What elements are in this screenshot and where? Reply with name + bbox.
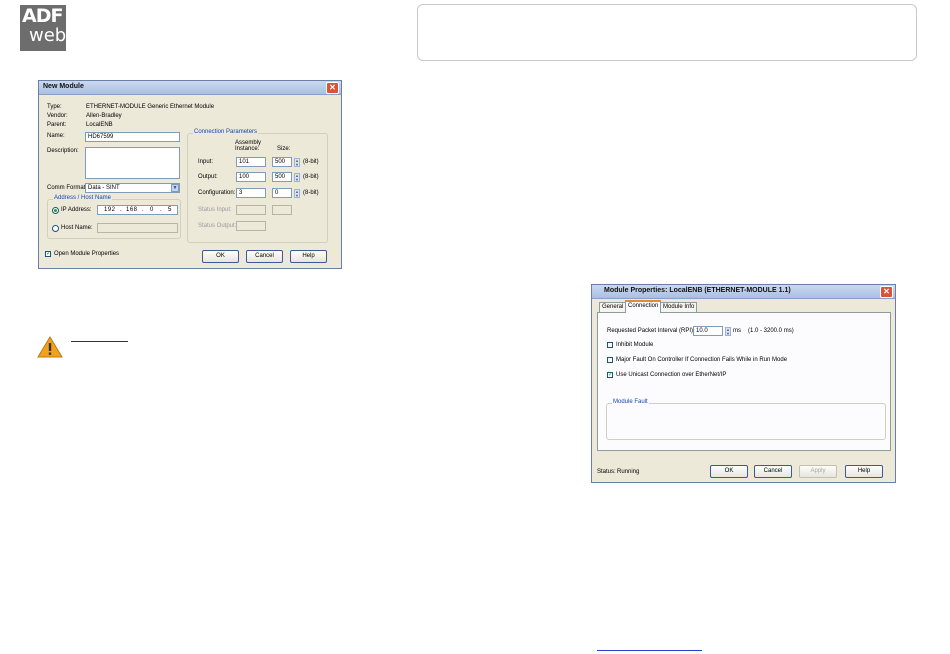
- size-header: Size:: [277, 146, 291, 152]
- ip-address-field[interactable]: 192 . 168 . 0 . 5: [97, 205, 178, 215]
- assembly-instance-header: Assembly Instance:: [235, 140, 262, 152]
- major-fault-label: Major Fault On Controller If Connection …: [616, 357, 788, 363]
- dropdown-arrow-icon[interactable]: ▼: [171, 184, 179, 192]
- output-size-field[interactable]: 500: [272, 172, 292, 182]
- major-fault-checkbox[interactable]: [607, 357, 613, 363]
- output-instance-field[interactable]: 100: [236, 172, 266, 182]
- status-input-size-field[interactable]: [272, 205, 292, 215]
- configuration-label: Configuration:: [198, 190, 236, 196]
- rpi-field[interactable]: 10.0: [693, 326, 723, 336]
- help-button[interactable]: Help: [290, 250, 327, 263]
- status-output-label: Status Output:: [198, 223, 237, 229]
- status-label: Status:: [597, 469, 616, 475]
- address-group-label: Address / Host Name: [53, 195, 113, 201]
- status-input-field[interactable]: [236, 205, 266, 215]
- input-size-field[interactable]: 500: [272, 157, 292, 167]
- description-field[interactable]: [85, 147, 180, 179]
- tab-module-info[interactable]: Module Info: [660, 302, 698, 312]
- input-instance-field[interactable]: 101: [236, 157, 266, 167]
- rpi-label: Requested Packet Interval (RPI):: [607, 328, 695, 334]
- module-properties-dialog: Module Properties: LocalENB (ETHERNET-MO…: [591, 284, 896, 483]
- rpi-range: (1.0 - 3200.0 ms): [748, 328, 794, 334]
- close-icon[interactable]: ✕: [880, 286, 893, 298]
- output-unit: (8-bit): [303, 174, 319, 180]
- parent-value: LocalENB: [86, 122, 113, 128]
- tab-connection[interactable]: Connection: [625, 300, 662, 313]
- ip-address-label: IP Address:: [61, 207, 92, 213]
- warning-underline: [71, 341, 128, 342]
- input-unit: (8-bit): [303, 159, 319, 165]
- vendor-value: Allen-Bradley: [86, 113, 122, 119]
- close-icon[interactable]: ✕: [326, 82, 339, 94]
- ip-octet-3: 0: [150, 207, 154, 213]
- input-label: Input:: [198, 159, 214, 165]
- open-module-properties-checkbox[interactable]: ✓: [45, 251, 51, 257]
- module-fault-label: Module Fault: [612, 399, 649, 405]
- help-button[interactable]: Help: [845, 465, 883, 478]
- status-output-field[interactable]: [236, 221, 266, 231]
- link-underline[interactable]: [597, 650, 702, 651]
- unicast-connection-label: Use Unicast Connection over EtherNet/IP: [616, 372, 727, 378]
- description-label: Description:: [47, 148, 79, 154]
- ip-octet-4: 5: [168, 207, 172, 213]
- ok-button[interactable]: OK: [710, 465, 748, 478]
- type-value: ETHERNET-MODULE Generic Ethernet Module: [86, 104, 215, 110]
- new-module-dialog: New Module ✕ Type: ETHERNET-MODULE Gener…: [38, 80, 342, 269]
- unicast-connection-checkbox[interactable]: ✓: [607, 372, 613, 378]
- apply-button[interactable]: Apply: [799, 465, 837, 478]
- type-label: Type:: [47, 104, 62, 110]
- rpi-unit: ms: [733, 328, 741, 334]
- open-module-properties-label: Open Module Properties: [54, 251, 120, 257]
- host-name-label: Host Name:: [61, 225, 93, 231]
- dialog-titlebar: New Module ✕: [39, 81, 341, 95]
- spinner-icon[interactable]: ▲ ▼: [294, 158, 300, 167]
- output-label: Output:: [198, 174, 218, 180]
- host-name-field[interactable]: [97, 223, 178, 233]
- spinner-icon[interactable]: ▲ ▼: [294, 173, 300, 182]
- ip-octet-2: 168: [126, 207, 138, 213]
- name-label: Name:: [47, 133, 65, 139]
- host-name-radio[interactable]: [52, 225, 59, 232]
- spinner-icon[interactable]: ▲ ▼: [725, 327, 731, 336]
- parent-label: Parent:: [47, 122, 67, 128]
- configuration-instance-field[interactable]: 3: [236, 188, 266, 198]
- comm-format-label: Comm Format:: [47, 185, 88, 191]
- dialog-titlebar: Module Properties: LocalENB (ETHERNET-MO…: [592, 285, 895, 299]
- module-fault-group: Module Fault: [606, 399, 886, 440]
- cancel-button[interactable]: Cancel: [754, 465, 792, 478]
- connection-parameters-label: Connection Parameters: [193, 129, 259, 135]
- ip-address-radio[interactable]: [52, 207, 59, 214]
- spinner-icon[interactable]: ▲ ▼: [294, 189, 300, 198]
- warning-icon: [37, 336, 63, 358]
- tab-general[interactable]: General: [599, 302, 627, 312]
- dialog-title: Module Properties: LocalENB (ETHERNET-MO…: [604, 287, 791, 294]
- dialog-title: New Module: [43, 83, 84, 90]
- status-input-label: Status Input:: [198, 207, 232, 213]
- logo-text-web: web: [29, 25, 67, 46]
- status-value: Running: [617, 469, 640, 475]
- inhibit-module-checkbox[interactable]: [607, 342, 613, 348]
- name-field[interactable]: HD67599: [85, 132, 180, 142]
- comm-format-select[interactable]: Data - SINT: [85, 183, 180, 193]
- ip-octet-1: 192: [104, 207, 116, 213]
- inhibit-module-label: Inhibit Module: [616, 342, 654, 348]
- adf-web-logo: ADF web: [20, 5, 66, 51]
- logo-text-adf: ADF: [22, 5, 63, 27]
- configuration-size-field[interactable]: 0: [272, 188, 292, 198]
- connection-tab-panel: Requested Packet Interval (RPI): 10.0 ▲ ▼…: [597, 312, 891, 451]
- configuration-unit: (8-bit): [303, 190, 319, 196]
- ok-button[interactable]: OK: [202, 250, 239, 263]
- cancel-button[interactable]: Cancel: [246, 250, 283, 263]
- header-box: [417, 4, 917, 61]
- vendor-label: Vendor:: [47, 113, 68, 119]
